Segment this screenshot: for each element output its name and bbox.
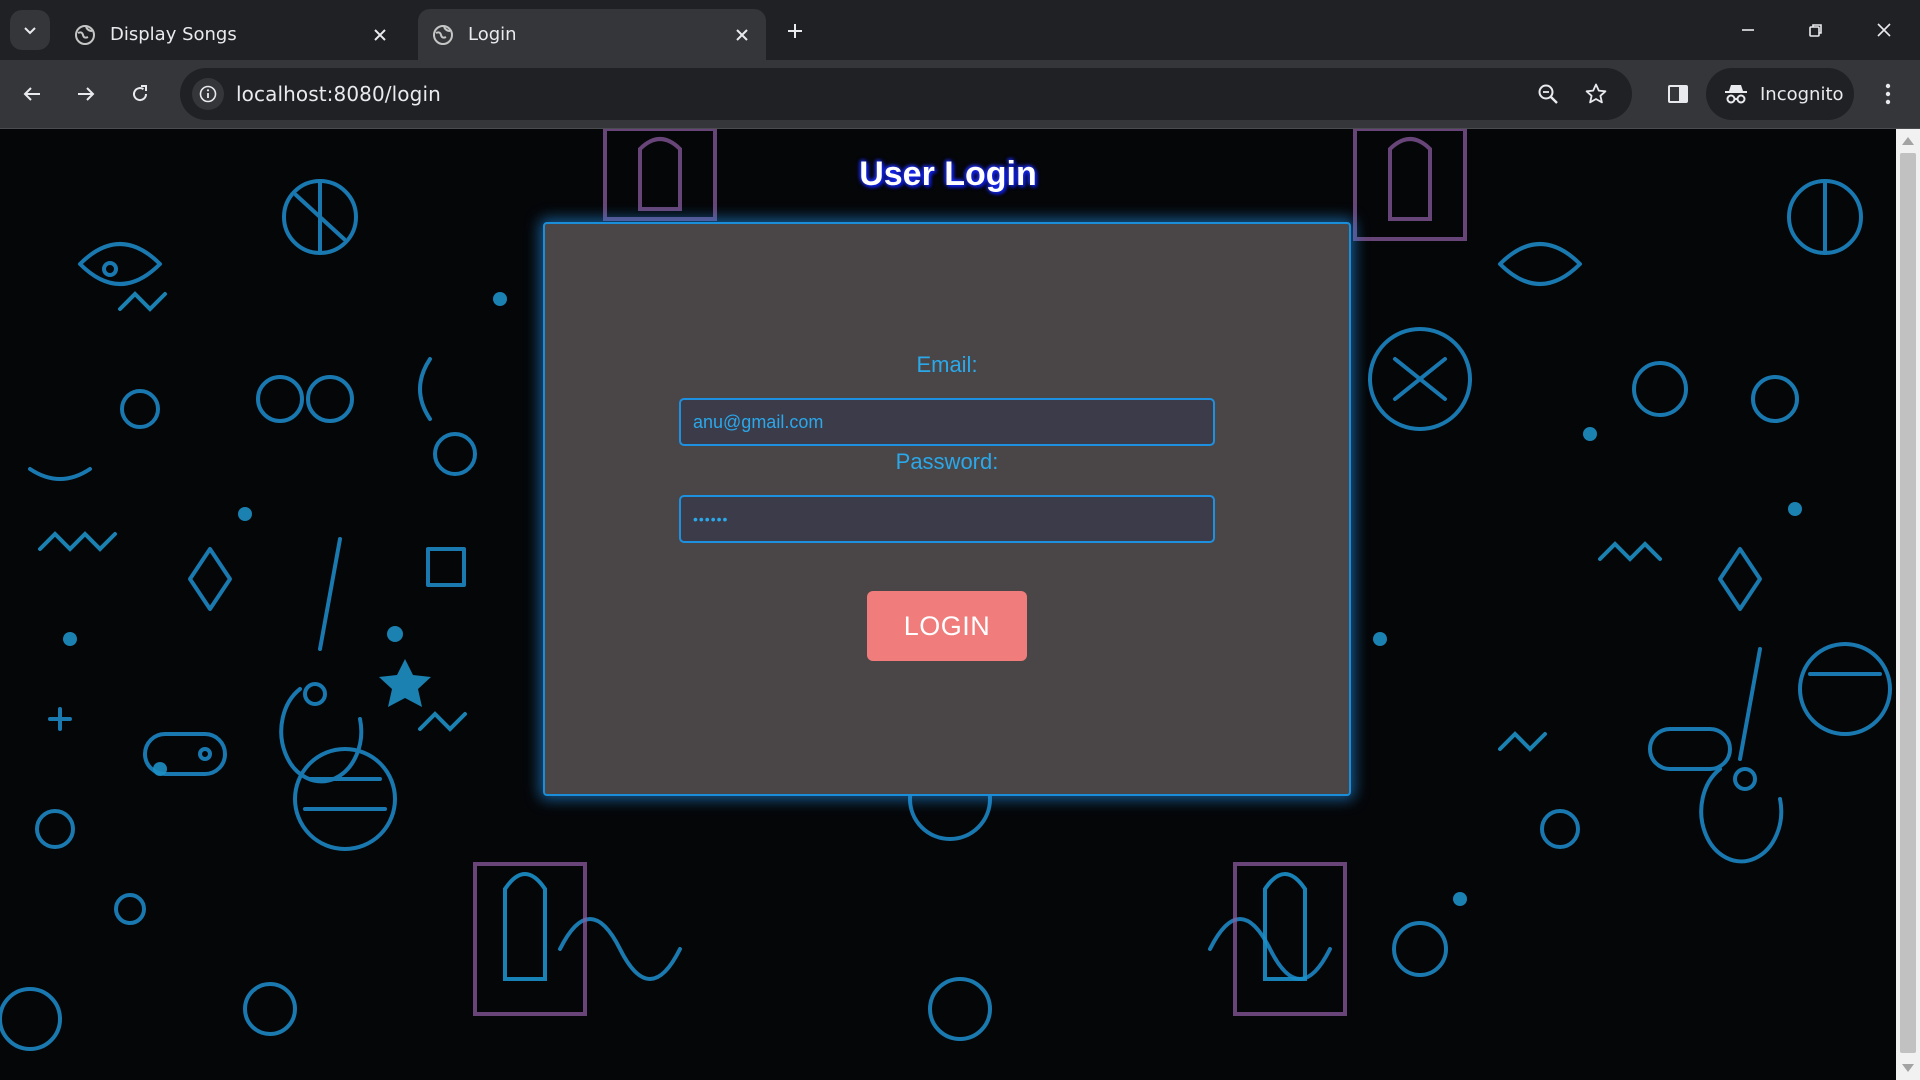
- zoom-icon[interactable]: [1532, 78, 1564, 110]
- url-text: localhost:8080/login: [236, 82, 441, 106]
- forward-button[interactable]: [66, 74, 106, 114]
- minimize-icon: [1742, 29, 1754, 31]
- site-info-icon[interactable]: [192, 78, 224, 110]
- chevron-down-icon: [24, 27, 36, 35]
- incognito-label: Incognito: [1760, 83, 1844, 105]
- tab-login[interactable]: Login: [418, 9, 766, 60]
- side-panel-icon: [1668, 85, 1688, 103]
- login-form-card: Email: anu@gmail.com Password: •••••• LO…: [543, 222, 1351, 796]
- password-field[interactable]: ••••••: [679, 495, 1215, 543]
- close-tab-icon[interactable]: [366, 21, 394, 49]
- incognito-profile-button[interactable]: Incognito: [1706, 68, 1854, 120]
- globe-icon: [74, 24, 96, 46]
- browser-menu-button[interactable]: [1868, 74, 1908, 114]
- restore-button[interactable]: [1796, 10, 1836, 50]
- close-window-button[interactable]: [1864, 10, 1904, 50]
- vertical-scrollbar[interactable]: [1896, 129, 1920, 1080]
- back-button[interactable]: [12, 74, 52, 114]
- password-label: Password:: [895, 449, 999, 474]
- globe-icon: [432, 24, 454, 46]
- page-viewport: User Login Email: anu@gmail.com Password…: [0, 129, 1896, 1080]
- reload-icon: [133, 85, 148, 102]
- scrollbar-thumb[interactable]: [1900, 153, 1916, 1053]
- tab-strip: Display Songs Login: [0, 0, 1920, 60]
- plus-icon: [788, 24, 802, 38]
- tab-title: Display Songs: [110, 24, 237, 45]
- page-title: User Login: [859, 155, 1037, 193]
- tab-search-button[interactable]: [10, 10, 50, 50]
- address-bar[interactable]: localhost:8080/login: [180, 68, 1632, 120]
- close-tab-icon[interactable]: [728, 21, 756, 49]
- new-tab-button[interactable]: [780, 16, 810, 46]
- tab-display-songs[interactable]: Display Songs: [60, 9, 404, 60]
- browser-toolbar: localhost:8080/login Incognito: [0, 60, 1920, 129]
- reload-button[interactable]: [120, 74, 160, 114]
- more-vert-icon: [1885, 83, 1891, 105]
- bookmark-star-icon[interactable]: [1580, 78, 1612, 110]
- side-panel-button[interactable]: [1658, 74, 1698, 114]
- arrow-left-icon: [23, 87, 40, 101]
- restore-icon: [1809, 24, 1822, 37]
- tab-title: Login: [468, 24, 517, 45]
- scroll-down-arrow-icon[interactable]: [1902, 1064, 1914, 1072]
- email-label: Email:: [916, 352, 978, 377]
- login-button[interactable]: LOGIN: [867, 591, 1027, 661]
- email-field[interactable]: anu@gmail.com: [679, 398, 1215, 446]
- close-icon: [1877, 23, 1891, 37]
- incognito-icon: [1725, 85, 1747, 104]
- minimize-button[interactable]: [1728, 10, 1768, 50]
- scroll-up-arrow-icon[interactable]: [1902, 137, 1914, 145]
- arrow-right-icon: [78, 87, 95, 101]
